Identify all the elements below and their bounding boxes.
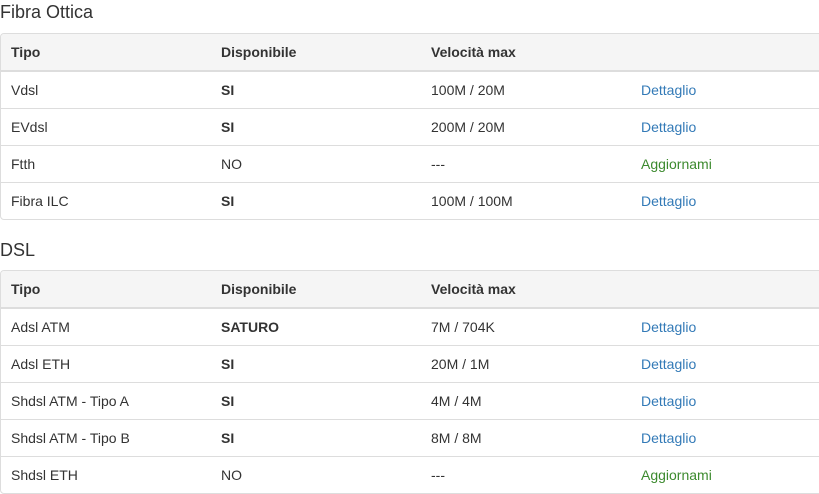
- cell-disponibile: SI: [221, 81, 235, 98]
- cell-disponibile: SI: [211, 381, 421, 419]
- table-header-row: Tipo Disponibile Velocità max: [1, 34, 819, 72]
- cell-velocita: 8M / 8M: [421, 418, 631, 456]
- cell-tipo: Ftth: [1, 144, 211, 182]
- cell-velocita: ---: [421, 144, 631, 182]
- cell-velocita: 4M / 4M: [421, 381, 631, 419]
- table-row: Ftth NO --- Aggiornami: [1, 144, 819, 182]
- aggiornami-link[interactable]: Aggiornami: [641, 467, 712, 483]
- cell-velocita: ---: [421, 455, 631, 493]
- header-tipo: Tipo: [1, 34, 211, 72]
- section-title-fibra-ottica: Fibra Ottica: [0, 2, 94, 22]
- dettaglio-link[interactable]: Dettaglio: [641, 319, 696, 335]
- aggiornami-link[interactable]: Aggiornami: [641, 156, 712, 172]
- cell-tipo: Vdsl: [11, 81, 39, 98]
- dsl-table: Tipo Disponibile Velocità max Adsl ATM S…: [1, 271, 819, 493]
- cell-tipo: EVdsl: [1, 107, 211, 145]
- cell-disponibile: NO: [211, 144, 421, 182]
- cell-velocita: 7M / 704K: [431, 318, 495, 335]
- table-row: Vdsl SI 100M / 20M Dettaglio: [1, 71, 819, 108]
- cell-tipo: Shdsl ATM - Tipo A: [1, 381, 211, 419]
- header-azione: [631, 271, 819, 309]
- header-azione: [631, 34, 819, 72]
- header-disponibile: Disponibile: [211, 34, 421, 72]
- dettaglio-link[interactable]: Dettaglio: [641, 430, 696, 446]
- table-row: Shdsl ETH NO --- Aggiornami: [1, 455, 819, 493]
- cell-velocita: 20M / 1M: [421, 344, 631, 382]
- table-row: Adsl ETH SI 20M / 1M Dettaglio: [1, 344, 819, 382]
- table-row: Fibra ILC SI 100M / 100M Dettaglio: [1, 181, 819, 219]
- fibra-ottica-table-panel: Tipo Disponibile Velocità max Vdsl SI 10…: [0, 33, 819, 220]
- cell-disponibile: SI: [211, 107, 421, 145]
- table-header-row: Tipo Disponibile Velocità max: [1, 271, 819, 309]
- section-title-dsl: DSL: [0, 240, 36, 260]
- cell-disponibile: SATURO: [221, 318, 280, 335]
- cell-velocita: 200M / 20M: [421, 107, 631, 145]
- cell-disponibile: NO: [211, 455, 421, 493]
- dettaglio-link[interactable]: Dettaglio: [641, 193, 696, 209]
- cell-tipo: Adsl ETH: [1, 344, 211, 382]
- dettaglio-link[interactable]: Dettaglio: [641, 82, 696, 98]
- header-velocita-max: Velocità max: [421, 34, 631, 72]
- cell-tipo: Adsl ATM: [11, 318, 70, 335]
- cell-disponibile: SI: [211, 344, 421, 382]
- header-velocita-max: Velocità max: [421, 271, 631, 309]
- table-row: Shdsl ATM - Tipo B SI 8M / 8M Dettaglio: [1, 418, 819, 456]
- fibra-ottica-table: Tipo Disponibile Velocità max Vdsl SI 10…: [1, 34, 819, 219]
- cell-tipo: Shdsl ATM - Tipo B: [1, 418, 211, 456]
- dettaglio-link[interactable]: Dettaglio: [641, 119, 696, 135]
- cell-tipo: Fibra ILC: [1, 181, 211, 219]
- table-row: Shdsl ATM - Tipo A SI 4M / 4M Dettaglio: [1, 381, 819, 419]
- dettaglio-link[interactable]: Dettaglio: [641, 356, 696, 372]
- dettaglio-link[interactable]: Dettaglio: [641, 393, 696, 409]
- header-tipo: Tipo: [1, 271, 211, 309]
- cell-disponibile: SI: [211, 418, 421, 456]
- cell-velocita: 100M / 100M: [421, 181, 631, 219]
- cell-tipo: Shdsl ETH: [1, 455, 211, 493]
- cell-velocita: 100M / 20M: [431, 81, 505, 98]
- cell-disponibile: SI: [211, 181, 421, 219]
- table-row: Adsl ATM SATURO 7M / 704K Dettaglio: [1, 308, 819, 345]
- dsl-table-panel: Tipo Disponibile Velocità max Adsl ATM S…: [0, 270, 819, 494]
- header-disponibile: Disponibile: [211, 271, 421, 309]
- table-row: EVdsl SI 200M / 20M Dettaglio: [1, 107, 819, 145]
